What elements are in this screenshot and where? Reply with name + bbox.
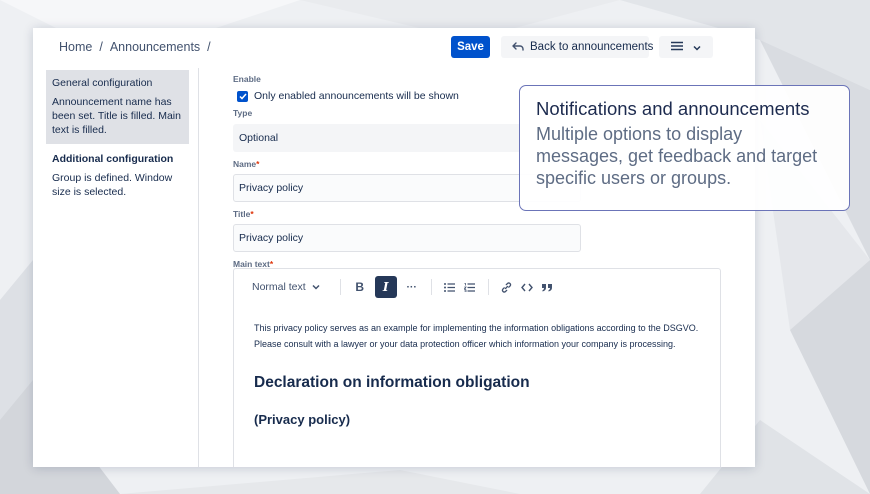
breadcrumb-announcements[interactable]: Announcements — [110, 40, 200, 54]
text-style-label: Normal text — [252, 281, 306, 293]
feature-callout: Notifications and announcements Multiple… — [519, 85, 850, 211]
back-to-announcements-button[interactable]: Back to announcements — [501, 36, 653, 58]
code-button[interactable] — [517, 276, 537, 298]
bullet-list-button[interactable] — [440, 276, 460, 298]
hamburger-menu-icon — [671, 38, 683, 56]
editor-heading-2: (Privacy policy) — [254, 412, 351, 427]
sidebar-item-additional-configuration[interactable]: Additional configuration Group is define… — [46, 144, 189, 206]
quote-button[interactable] — [537, 276, 557, 298]
breadcrumb-separator: / — [207, 40, 211, 54]
callout-title: Notifications and announcements — [536, 98, 810, 119]
breadcrumb: Home / Announcements / — [59, 40, 211, 54]
required-marker: * — [250, 209, 254, 219]
toolbar-divider — [430, 279, 432, 295]
main-text-editor[interactable]: Normal text B I ··· This privacy policy … — [233, 268, 721, 467]
sidebar-divider — [198, 68, 199, 467]
more-formatting-button[interactable]: ··· — [401, 276, 423, 298]
sidebar-item-title: Additional configuration — [52, 153, 174, 165]
breadcrumb-separator: / — [99, 40, 103, 54]
editor-paragraph: This privacy policy serves as an example… — [254, 323, 699, 349]
italic-button[interactable]: I — [374, 276, 397, 298]
bullet-list-icon — [444, 282, 456, 292]
text-style-dropdown[interactable]: Normal text — [252, 276, 332, 298]
numbered-list-button[interactable] — [460, 276, 480, 298]
bold-button[interactable]: B — [349, 276, 371, 298]
checkmark-icon — [238, 93, 247, 100]
chevron-down-icon — [693, 38, 701, 56]
back-button-label: Back to announcements — [530, 41, 654, 53]
config-sidebar: General configuration Announcement name … — [46, 70, 189, 206]
chevron-down-icon — [312, 284, 320, 290]
title-input[interactable]: Privacy policy — [233, 224, 581, 252]
top-bar: Home / Announcements / Save Back to anno… — [33, 28, 755, 68]
editor-heading-1: Declaration on information obligation — [254, 374, 530, 391]
code-icon — [520, 283, 533, 291]
undo-arrow-icon — [512, 41, 524, 54]
editor-toolbar: Normal text B I ··· — [252, 276, 557, 298]
enable-checkbox-label: Only enabled announcements will be shown — [254, 90, 459, 102]
enable-checkbox[interactable] — [237, 90, 248, 102]
sidebar-item-description: Announcement name has been set. Title is… — [52, 96, 181, 136]
link-button[interactable] — [497, 276, 517, 298]
link-icon — [502, 281, 512, 293]
toolbar-divider — [487, 279, 489, 295]
sidebar-item-description: Group is defined. Window size is selecte… — [52, 172, 173, 198]
editor-content[interactable]: This privacy policy serves as an example… — [254, 320, 716, 427]
callout-text: Multiple options to display messages, ge… — [536, 124, 818, 188]
breadcrumb-home[interactable]: Home — [59, 40, 92, 54]
sidebar-item-general-configuration[interactable]: General configuration Announcement name … — [46, 70, 189, 144]
required-marker: * — [256, 159, 260, 169]
more-actions-menu[interactable] — [659, 36, 713, 58]
save-button[interactable]: Save — [451, 36, 490, 58]
sidebar-item-title: General configuration — [52, 77, 153, 89]
quote-icon — [541, 283, 552, 291]
numbered-list-icon — [464, 282, 476, 292]
toolbar-divider — [339, 279, 341, 295]
